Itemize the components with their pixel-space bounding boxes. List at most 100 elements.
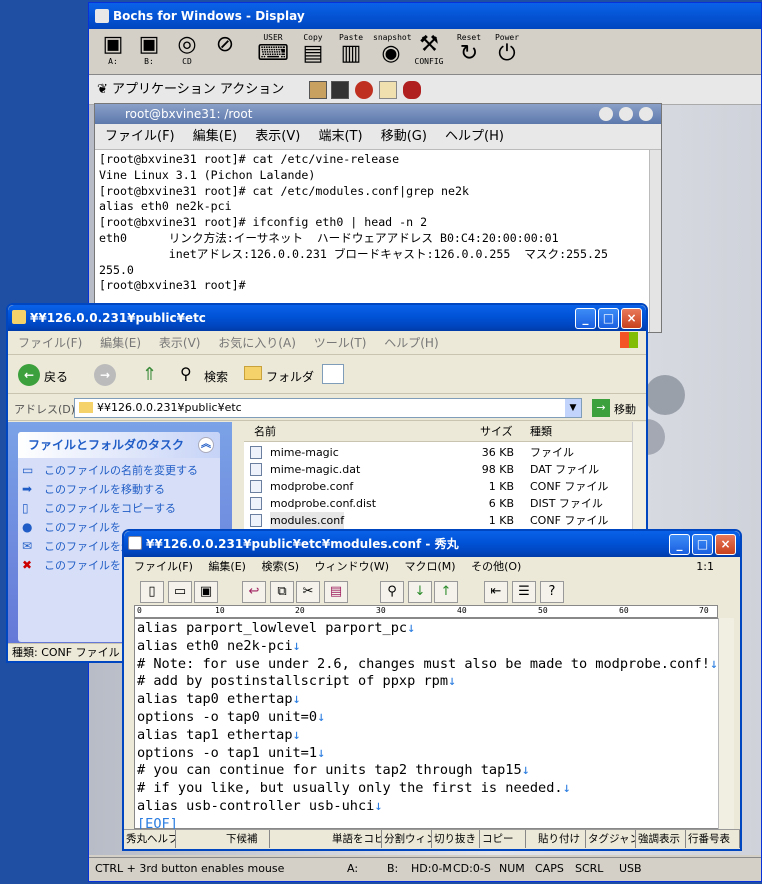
column-type[interactable]: 種類 [530, 422, 552, 442]
menu-edit[interactable]: 編集(E) [100, 336, 141, 350]
folders-button[interactable]: フォルダ [266, 368, 314, 385]
menu-file[interactable]: ファイル(F) [18, 336, 82, 350]
fkey-8[interactable]: コピー [480, 830, 526, 848]
find-next-icon[interactable]: ↓ [408, 581, 432, 603]
copy-icon: ▤ [302, 41, 324, 66]
undo-icon[interactable]: ↩ [242, 581, 266, 603]
search-icon[interactable]: ⚲ [180, 364, 192, 383]
menu-tools[interactable]: ツール(T) [314, 336, 367, 350]
fkey-5[interactable]: 単語をコピ [330, 830, 382, 848]
menu-edit[interactable]: 編集(E) [208, 560, 246, 573]
menu-file[interactable]: ファイル(F) [134, 560, 193, 573]
task-panel-header[interactable]: ファイルとフォルダのタスク ︽ [18, 432, 220, 458]
terminal-scrollbar[interactable] [649, 150, 661, 332]
new-file-icon[interactable]: ▯ [140, 581, 164, 603]
floppy-a-button[interactable]: ▣ A: [95, 33, 131, 71]
menu-file[interactable]: ファイル(F) [105, 129, 175, 144]
fkey-11[interactable]: タグジャンプ [586, 830, 636, 848]
fkey-7[interactable]: 切り抜き [432, 830, 480, 848]
split-window-icon[interactable]: ☰ [512, 581, 536, 603]
task-move[interactable]: ➡ このファイルを移動する [18, 483, 214, 497]
menu-search[interactable]: 検索(S) [261, 560, 299, 573]
file-row[interactable]: modprobe.conf.dist 6 KB DIST ファイル [244, 495, 632, 512]
fkey-6[interactable]: 分割ウィンド [382, 830, 432, 848]
close-button[interactable]: × [715, 534, 736, 555]
file-row[interactable]: modprobe.conf 1 KB CONF ファイル [244, 478, 632, 495]
up-folder-icon[interactable]: ⇑ [142, 364, 164, 386]
minimize-button[interactable]: _ [669, 534, 690, 555]
snapshot-button[interactable]: snapshot ◉ [373, 33, 412, 71]
menu-edit[interactable]: 編集(E) [193, 129, 237, 144]
copy-icon[interactable]: ⧉ [270, 581, 294, 603]
hidemaru-title: ¥¥126.0.0.231¥public¥etc¥modules.conf - … [146, 537, 459, 551]
fkey-10[interactable]: 貼り付け [536, 830, 586, 848]
copy-button[interactable]: Copy ▤ [295, 33, 331, 71]
gnome-panel-menus[interactable]: アプリケーション アクション [112, 82, 284, 97]
terminal-output[interactable]: [root@bxvine31 root]# cat /etc/vine-rele… [95, 150, 661, 296]
forward-icon[interactable]: → [94, 364, 116, 386]
gnome-foot-icon[interactable]: ❦ [97, 82, 112, 97]
maximize-icon[interactable] [619, 107, 633, 121]
collapse-icon[interactable]: ︽ [198, 437, 214, 453]
folders-icon[interactable] [244, 366, 262, 380]
power-button[interactable]: Power ⏻ [489, 33, 525, 71]
menu-view[interactable]: 表示(V) [159, 336, 201, 350]
fkey-12[interactable]: 強調表示 [636, 830, 686, 848]
user-button[interactable]: USER ⌨ [255, 33, 291, 71]
address-input[interactable]: ¥¥126.0.0.231¥public¥etc ▼ [74, 398, 582, 418]
fkey-3[interactable]: 下候補 [224, 830, 270, 848]
menu-go[interactable]: 移動(G) [381, 129, 427, 144]
fkey-1[interactable]: 秀丸ヘルプ [124, 830, 176, 848]
minimize-button[interactable]: _ [575, 308, 596, 329]
task-rename[interactable]: ▭ このファイルの名前を変更する [18, 464, 214, 478]
config-button[interactable]: ⚒ CONFIG [411, 33, 447, 71]
search-button[interactable]: 検索 [204, 368, 228, 385]
chevron-down-icon[interactable]: ▼ [565, 399, 581, 417]
cut-icon[interactable]: ✂ [296, 581, 320, 603]
bug-icon[interactable] [403, 81, 421, 99]
mouse-button[interactable]: ⊘ [207, 33, 243, 71]
terminal-launcher-icon[interactable] [331, 81, 349, 99]
text-editor[interactable]: alias parport_lowlevel parport_pc↓ alias… [134, 618, 734, 832]
column-name[interactable]: 名前 [254, 422, 276, 442]
go-button[interactable]: 移動 [614, 401, 636, 417]
views-icon[interactable] [322, 364, 344, 384]
file-row[interactable]: mime-magic 36 KB ファイル [244, 444, 632, 461]
file-row-selected[interactable]: modules.conf 1 KB CONF ファイル [244, 512, 632, 529]
minimize-icon[interactable] [599, 107, 613, 121]
column-size[interactable]: サイズ [480, 422, 513, 442]
mail-launcher-icon[interactable] [379, 81, 397, 99]
paste-icon[interactable]: ▤ [324, 581, 348, 603]
cdrom-button[interactable]: ◎ CD [169, 33, 205, 71]
fkey-13[interactable]: 行番号表 [686, 830, 740, 848]
browser-launcher-icon[interactable] [355, 81, 373, 99]
back-label[interactable]: 戻る [44, 368, 68, 385]
menu-favorites[interactable]: お気に入り(A) [218, 336, 296, 350]
menu-macro[interactable]: マクロ(M) [405, 560, 456, 573]
find-icon[interactable]: ⚲ [380, 581, 404, 603]
maximize-button[interactable]: □ [598, 308, 619, 329]
menu-window[interactable]: ウィンドウ(W) [315, 560, 389, 573]
close-icon[interactable] [639, 107, 653, 121]
file-row[interactable]: mime-magic.dat 98 KB DAT ファイル [244, 461, 632, 478]
help-icon[interactable]: ? [540, 581, 564, 603]
task-copy[interactable]: ▯ このファイルをコピーする [18, 502, 214, 516]
editor-scrollbar[interactable] [718, 618, 734, 829]
reset-button[interactable]: Reset ↻ [451, 33, 487, 71]
open-folder-icon[interactable]: ▭ [168, 581, 192, 603]
paste-button[interactable]: Paste ▥ [333, 33, 369, 71]
menu-terminal[interactable]: 端末(T) [318, 129, 362, 144]
menu-help[interactable]: ヘルプ(H) [445, 129, 504, 144]
close-button[interactable]: × [621, 308, 642, 329]
tag-jump-icon[interactable]: ⇤ [484, 581, 508, 603]
maximize-button[interactable]: □ [692, 534, 713, 555]
home-icon[interactable] [309, 81, 327, 99]
save-icon[interactable]: ▣ [194, 581, 218, 603]
menu-help[interactable]: ヘルプ(H) [384, 336, 438, 350]
menu-view[interactable]: 表示(V) [255, 129, 300, 144]
back-icon[interactable]: ← [18, 364, 40, 386]
menu-other[interactable]: その他(O) [471, 560, 521, 573]
go-arrow-icon[interactable]: → [592, 399, 610, 417]
find-prev-icon[interactable]: ↑ [434, 581, 458, 603]
floppy-b-button[interactable]: ▣ B: [131, 33, 167, 71]
